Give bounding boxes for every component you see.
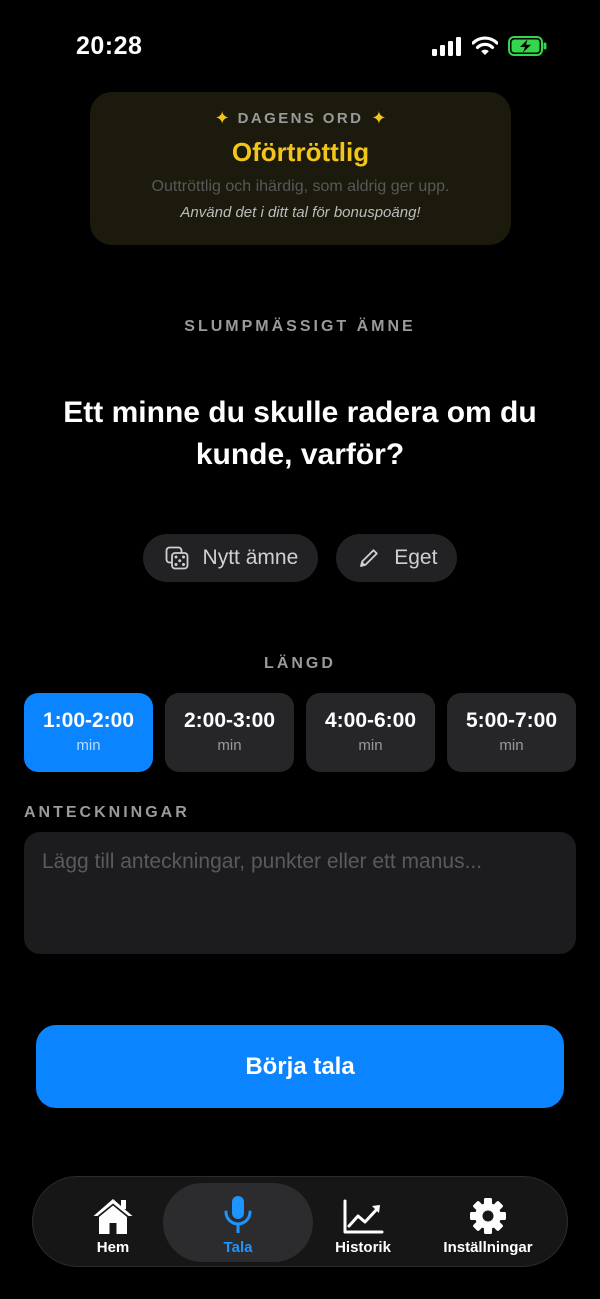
new-topic-label: Nytt ämne [202, 546, 299, 569]
sparkle-icon: ✦ [371, 108, 387, 128]
notes-label: ANTECKNINGAR [24, 804, 190, 821]
custom-topic-label: Eget [394, 546, 438, 569]
dice-icon [165, 546, 189, 570]
length-option-range: 2:00-3:00 [183, 709, 276, 732]
wifi-icon [471, 36, 499, 61]
battery-charging-icon [508, 36, 548, 61]
tab-label: Hem [96, 1239, 130, 1256]
notes-input[interactable] [24, 832, 576, 954]
length-option-range: 4:00-6:00 [324, 709, 417, 732]
gear-icon [428, 1193, 548, 1235]
microphone-icon [163, 1193, 313, 1235]
house-icon [53, 1193, 173, 1235]
status-bar: 20:28 [0, 0, 600, 96]
tab-label: Historik [335, 1239, 391, 1256]
length-option-4-6[interactable]: 4:00-6:00 min [306, 693, 435, 772]
length-option-5-7[interactable]: 5:00-7:00 min [447, 693, 576, 772]
status-icons [432, 36, 548, 61]
tab-bar: Hem Tala Historik Inställningar [32, 1176, 568, 1267]
length-option-unit: min [217, 737, 242, 754]
length-option-2-3[interactable]: 2:00-3:00 min [165, 693, 294, 772]
pencil-icon [358, 547, 380, 569]
topic-label: SLUMPMÄSSIGT ÄMNE [184, 318, 416, 335]
tab-speak[interactable]: Tala [163, 1183, 313, 1262]
word-of-day-hint: Använd det i ditt tal för bonuspoäng! [180, 204, 421, 221]
length-option-unit: min [358, 737, 383, 754]
sparkle-icon: ✦ [214, 108, 230, 128]
tab-history[interactable]: Historik [303, 1183, 423, 1262]
length-label: LÄNGD [264, 655, 336, 672]
length-option-unit: min [499, 737, 524, 754]
tab-label: Tala [223, 1239, 253, 1256]
length-options: 1:00-2:00 min 2:00-3:00 min 4:00-6:00 mi… [24, 693, 576, 772]
tab-label: Inställningar [443, 1239, 533, 1256]
status-time: 20:28 [76, 32, 143, 60]
length-option-range: 5:00-7:00 [465, 709, 558, 732]
chart-line-icon [303, 1193, 423, 1235]
cellular-signal-icon [432, 36, 462, 61]
start-speaking-button[interactable]: Börja tala [36, 1025, 564, 1108]
word-of-day-definition: Outtröttlig och ihärdig, som aldrig ger … [151, 178, 450, 195]
new-topic-button[interactable]: Nytt ämne [142, 534, 319, 582]
word-of-day-label: DAGENS ORD [237, 110, 364, 127]
tab-home[interactable]: Hem [53, 1183, 173, 1262]
custom-topic-button[interactable]: Eget [336, 534, 458, 582]
length-option-1-2[interactable]: 1:00-2:00 min [24, 693, 153, 772]
word-of-day-card: ✦ DAGENS ORD ✦ Oförtröttlig Outtröttlig … [90, 92, 511, 245]
tab-settings[interactable]: Inställningar [428, 1183, 548, 1262]
length-option-unit: min [76, 737, 101, 754]
topic-actions: Nytt ämne Eget [0, 534, 600, 582]
word-of-day-header: ✦ DAGENS ORD ✦ [90, 108, 511, 129]
topic-text: Ett minne du skulle radera om du kunde, … [63, 396, 537, 471]
length-option-range: 1:00-2:00 [42, 709, 135, 732]
word-of-day-word: Oförtröttlig [231, 137, 370, 167]
